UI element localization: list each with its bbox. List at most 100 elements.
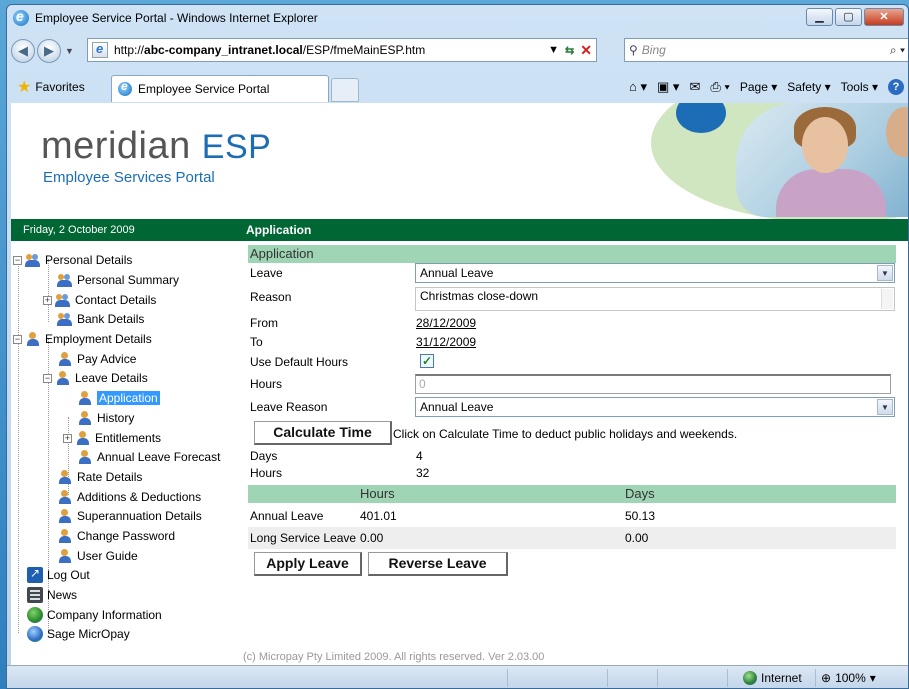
header-photo (736, 103, 908, 217)
globe-icon (27, 607, 43, 623)
leave-reason-select[interactable]: Annual Leave ▼ (415, 397, 895, 417)
search-go-icon[interactable]: ⌕ ▾ (890, 43, 905, 58)
portal-logo: meridian ESP (41, 125, 271, 168)
favorites-star-icon[interactable]: ★ (17, 77, 31, 97)
from-date-link[interactable]: 28/12/2009 (416, 313, 476, 333)
reason-value: Christmas close-down (420, 289, 539, 303)
tree-item-personal-details[interactable]: − Personal Details (13, 251, 132, 269)
person-icon (55, 370, 71, 386)
navigation-bar: ◀ ▶ ▼ http://abc-company_intranet.local/… (7, 33, 908, 69)
person-icon (75, 430, 91, 446)
address-bar[interactable]: http://abc-company_intranet.local/ESP/fm… (87, 38, 597, 62)
zoom-dropdown-icon[interactable]: ▾ (870, 671, 876, 685)
tree-item-news[interactable]: News (27, 586, 77, 604)
home-icon[interactable]: ⌂ ▾ (629, 79, 647, 95)
maximize-button[interactable]: ▢ (835, 8, 862, 26)
person-icon (57, 548, 73, 564)
default-hours-checkbox[interactable]: ✓ (420, 354, 434, 368)
chevron-down-icon[interactable]: ▼ (877, 265, 893, 281)
tree-label: Leave Details (75, 371, 148, 385)
tree-item-personal-summary[interactable]: Personal Summary (57, 271, 179, 289)
apply-leave-button[interactable]: Apply Leave (254, 552, 362, 576)
close-button[interactable]: ✕ (864, 8, 904, 26)
tree-item-sage-micropay[interactable]: Sage MicrOpay (27, 625, 130, 643)
status-bar: Internet ⊕ 100% ▾ (7, 665, 908, 688)
print-icon[interactable]: ⎙ ▾ (710, 79, 729, 95)
command-bar: ⌂ ▾ ▣ ▾ ✉ ⎙ ▾ Page ▾ Safety ▾ Tools ▾ ? (629, 79, 904, 95)
tree-item-additions-deductions[interactable]: Additions & Deductions (57, 488, 201, 506)
security-zone[interactable]: Internet (743, 671, 802, 685)
tree-label: Personal Summary (77, 273, 180, 287)
browser-tab[interactable]: Employee Service Portal (111, 75, 329, 102)
page-icon (92, 41, 108, 58)
calculate-row: Calculate Time Click on Calculate Time t… (248, 421, 908, 447)
tree-item-log-out[interactable]: Log Out (27, 566, 90, 584)
calculate-time-button[interactable]: Calculate Time (254, 421, 392, 445)
mail-icon[interactable]: ✉ (689, 79, 700, 95)
new-tab-button[interactable] (331, 78, 359, 102)
tree-item-superannuation-details[interactable]: Superannuation Details (57, 507, 202, 525)
forward-button[interactable]: ▶ (37, 39, 61, 63)
tree-label: Contact Details (75, 293, 157, 307)
stop-icon[interactable]: ✕ (580, 42, 592, 59)
tree-item-user-guide[interactable]: User Guide (57, 547, 138, 565)
leave-row: Leave Annual Leave ▼ (248, 263, 908, 283)
leave-type-cell: Long Service Leave (250, 531, 357, 545)
reason-textarea[interactable]: Christmas close-down (415, 287, 895, 311)
ie-logo-icon (13, 8, 29, 26)
tree-label: Personal Details (45, 253, 133, 267)
collapse-icon[interactable]: − (43, 373, 52, 383)
feeds-icon[interactable]: ▣ ▾ (657, 79, 679, 95)
page-menu[interactable]: Page ▾ (740, 80, 777, 94)
expand-icon[interactable]: + (43, 295, 52, 305)
favorites-button[interactable]: Favorites (35, 80, 84, 94)
hours-cell: 401.01 (360, 509, 397, 523)
tree-label: Pay Advice (77, 352, 137, 366)
sage-icon (27, 626, 43, 642)
to-date-link[interactable]: 31/12/2009 (416, 332, 476, 352)
tree-item-history[interactable]: History (77, 409, 134, 427)
tree-item-leave-details[interactable]: − Leave Details (43, 369, 148, 387)
tree-label: Bank Details (77, 312, 145, 326)
tree-item-application[interactable]: Application (77, 389, 160, 407)
portal-subtitle: Employee Services Portal (43, 169, 215, 186)
leave-select[interactable]: Annual Leave ▼ (415, 263, 895, 283)
zoom-control[interactable]: ⊕ 100% ▾ (821, 671, 876, 685)
tree-item-employment-details[interactable]: − Employment Details (13, 330, 152, 348)
tree-item-annual-leave-forecast[interactable]: Annual Leave Forecast (77, 448, 220, 466)
tree-item-company-information[interactable]: Company Information (27, 606, 162, 624)
tree-item-pay-advice[interactable]: Pay Advice (57, 350, 136, 368)
leave-reason-row: Leave Reason Annual Leave ▼ (248, 397, 908, 417)
expand-icon[interactable]: + (63, 433, 72, 443)
back-button[interactable]: ◀ (11, 39, 35, 63)
minimize-button[interactable]: ▁ (806, 8, 833, 26)
chevron-down-icon[interactable]: ▼ (877, 399, 893, 415)
hours-input[interactable]: 0 (415, 374, 891, 394)
tree-item-change-password[interactable]: Change Password (57, 527, 175, 545)
address-dropdown-icon[interactable]: ▼ (548, 44, 559, 56)
tree-item-bank-details[interactable]: Bank Details (57, 310, 144, 328)
person-icon (57, 528, 73, 544)
textarea-scrollbar[interactable] (881, 289, 893, 309)
tree-label: Employment Details (45, 332, 152, 346)
tree-item-rate-details[interactable]: Rate Details (57, 468, 142, 486)
help-icon[interactable]: ? (888, 79, 904, 95)
collapse-icon[interactable]: − (13, 255, 22, 265)
tree-item-contact-details[interactable]: + Contact Details (43, 291, 156, 309)
person-icon (77, 449, 93, 465)
header-days: Days (625, 486, 655, 501)
leave-selected-value: Annual Leave (420, 266, 494, 280)
tree-label: Additions & Deductions (77, 490, 202, 504)
hours-row: Hours 0 (248, 374, 908, 394)
collapse-icon[interactable]: − (13, 334, 22, 344)
reverse-leave-button[interactable]: Reverse Leave (368, 552, 508, 576)
window-title: Employee Service Portal - Windows Intern… (35, 11, 318, 25)
safety-menu[interactable]: Safety ▾ (787, 80, 830, 94)
tools-menu[interactable]: Tools ▾ (841, 80, 878, 94)
people-icon (55, 292, 71, 308)
refresh-icon[interactable]: ⇆ (565, 44, 574, 57)
recent-pages-dropdown-icon[interactable]: ▼ (65, 46, 74, 56)
tree-item-entitlements[interactable]: + Entitlements (63, 429, 161, 447)
from-row: From 28/12/2009 (248, 313, 908, 333)
search-input[interactable]: ⚲ Bing ⌕ ▾ (624, 38, 908, 62)
